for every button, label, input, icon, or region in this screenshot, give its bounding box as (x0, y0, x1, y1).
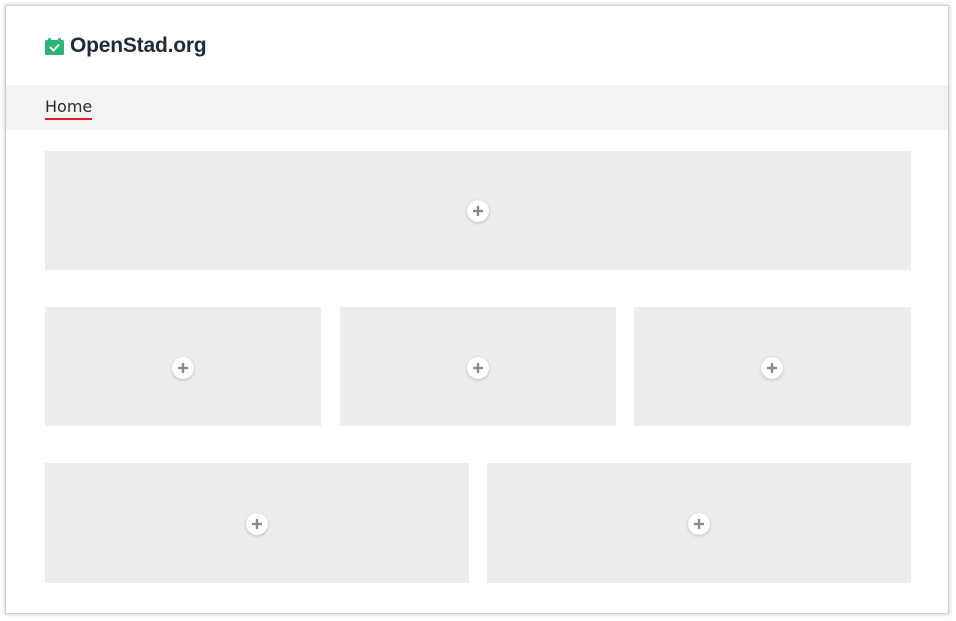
plus-icon (473, 206, 483, 216)
content-block-row3-col1 (45, 463, 469, 583)
logo-text: OpenStad.org (70, 34, 207, 57)
plus-icon (694, 519, 704, 529)
site-header: OpenStad.org (6, 6, 948, 85)
add-block-button[interactable] (467, 200, 489, 222)
nav-item-home[interactable]: Home (45, 97, 93, 120)
add-block-button[interactable] (172, 357, 194, 379)
add-block-button[interactable] (761, 357, 783, 379)
add-block-button[interactable] (688, 513, 710, 535)
add-block-button[interactable] (467, 357, 489, 379)
plus-icon (473, 363, 483, 373)
plus-icon (767, 363, 777, 373)
plus-icon (252, 519, 262, 529)
content-block-row2-col2 (340, 307, 616, 426)
site-logo[interactable]: OpenStad.org (45, 34, 207, 58)
content-block-row2-col1 (45, 307, 321, 426)
main-nav: Home (6, 85, 948, 130)
content-block-row3-col2 (487, 463, 911, 583)
page-frame: OpenStad.org Home (5, 5, 949, 614)
add-block-button[interactable] (246, 513, 268, 535)
plus-icon (178, 363, 188, 373)
content-block-row2-col3 (634, 307, 911, 426)
content-block-row1 (45, 151, 911, 270)
calendar-check-icon (45, 37, 64, 55)
